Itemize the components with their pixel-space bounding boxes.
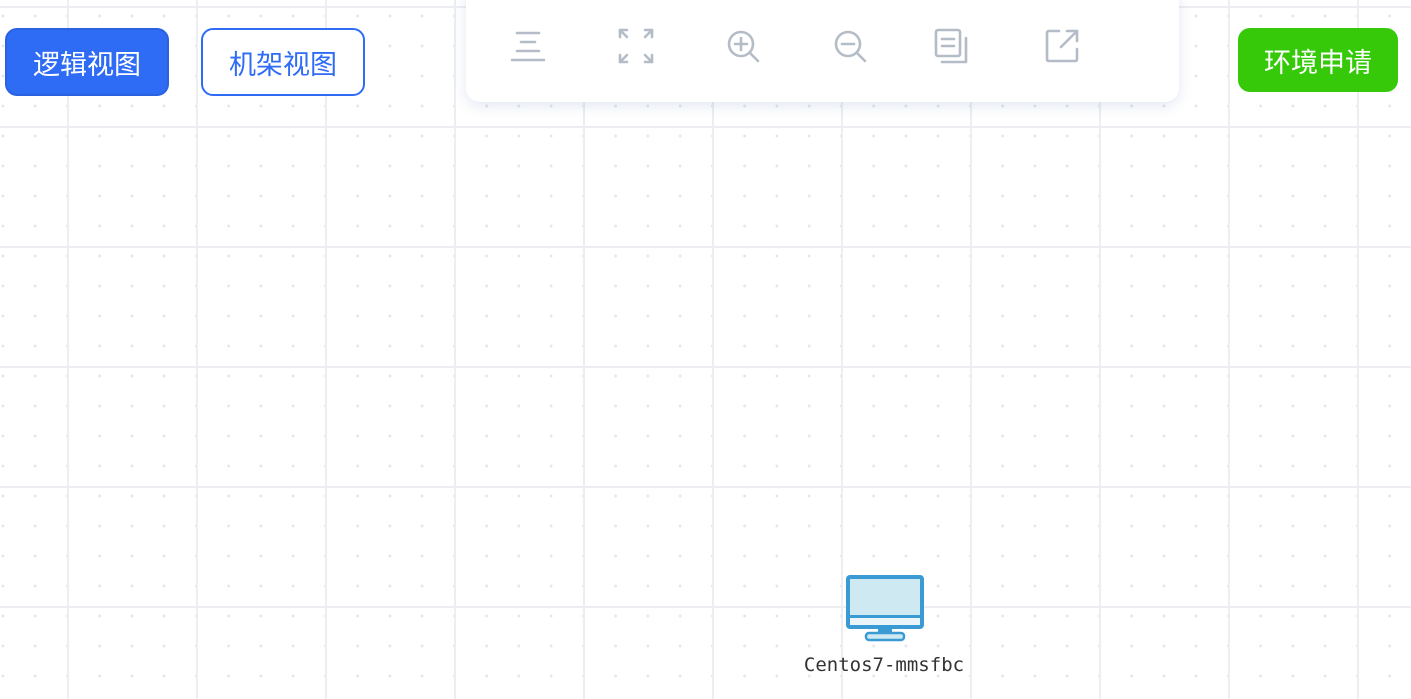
align-button[interactable] [506,24,550,68]
fit-screen-button[interactable] [614,24,658,68]
zoom-out-icon [834,30,867,63]
rack-view-button[interactable]: 机架视图 [201,28,365,96]
zoom-in-icon [727,30,760,63]
align-center-icon [510,31,546,62]
canvas-toolbar [466,0,1179,102]
zoom-in-button[interactable] [721,24,765,68]
export-icon [1045,29,1079,63]
topology-node[interactable]: Centos7-mmsfbc [786,570,982,680]
node-label: Centos7-mmsfbc [803,654,965,676]
export-button[interactable] [1040,24,1084,68]
logic-view-button[interactable]: 逻辑视图 [5,28,169,96]
zoom-out-button[interactable] [828,24,872,68]
copy-icon [934,28,968,64]
fit-screen-icon [618,28,654,64]
topology-canvas[interactable] [0,0,1411,699]
computer-monitor-icon [846,575,924,642]
copy-button[interactable] [930,24,974,68]
environment-apply-button[interactable]: 环境申请 [1238,28,1398,92]
